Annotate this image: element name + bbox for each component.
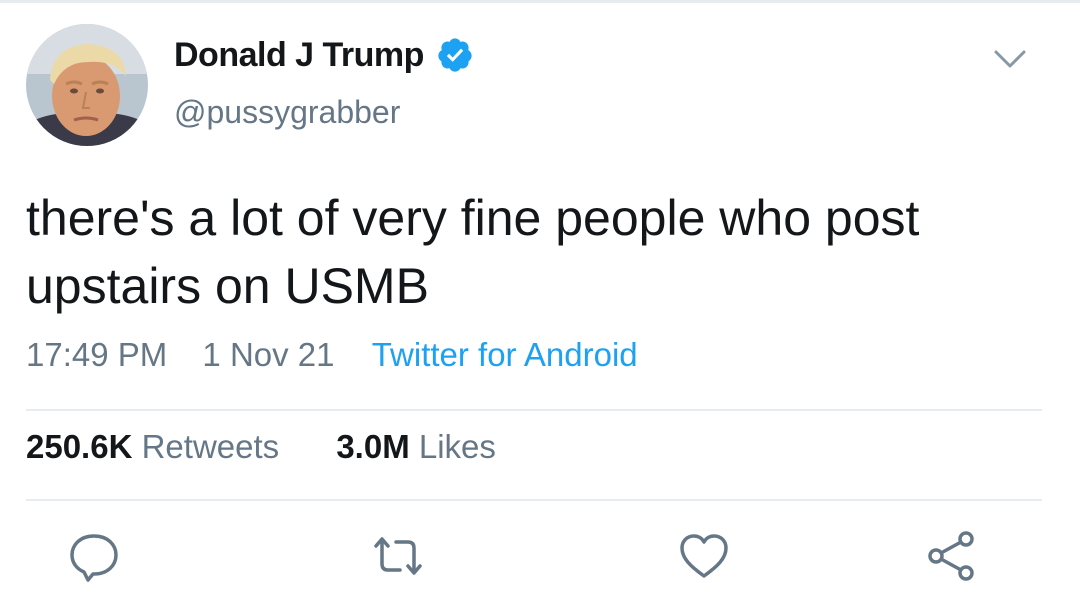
- retweets-count: 250.6K: [26, 428, 133, 465]
- user-handle[interactable]: @pussygrabber: [174, 94, 400, 131]
- retweet-icon[interactable]: [370, 528, 426, 584]
- retweets-stat[interactable]: 250.6K Retweets: [26, 428, 279, 466]
- verified-badge-icon: [436, 36, 474, 74]
- tweet-client-link[interactable]: Twitter for Android: [372, 336, 638, 373]
- reply-icon[interactable]: [66, 528, 122, 584]
- tweet-text: there's a lot of very fine people who po…: [26, 190, 920, 314]
- top-border: [0, 0, 1080, 3]
- divider: [26, 499, 1042, 501]
- retweets-label: Retweets: [141, 428, 280, 465]
- tweet-meta: 17:49 PM 1 Nov 21 Twitter for Android: [26, 336, 664, 374]
- like-icon[interactable]: [676, 528, 732, 584]
- tweet-date: 1 Nov 21: [202, 336, 335, 373]
- likes-count: 3.0M: [336, 428, 410, 465]
- avatar-image: [26, 24, 148, 146]
- likes-stat[interactable]: 3.0M Likes: [336, 428, 496, 466]
- avatar[interactable]: [26, 24, 148, 146]
- divider: [26, 409, 1042, 411]
- tweet-stats: 250.6K Retweets 3.0M Likes: [26, 428, 544, 466]
- chevron-down-icon[interactable]: [990, 40, 1030, 76]
- likes-label: Likes: [418, 428, 496, 465]
- display-name[interactable]: Donald J Trump: [174, 36, 424, 75]
- user-name-row: Donald J Trump: [174, 30, 474, 80]
- share-icon[interactable]: [924, 528, 980, 584]
- tweet-time: 17:49 PM: [26, 336, 168, 373]
